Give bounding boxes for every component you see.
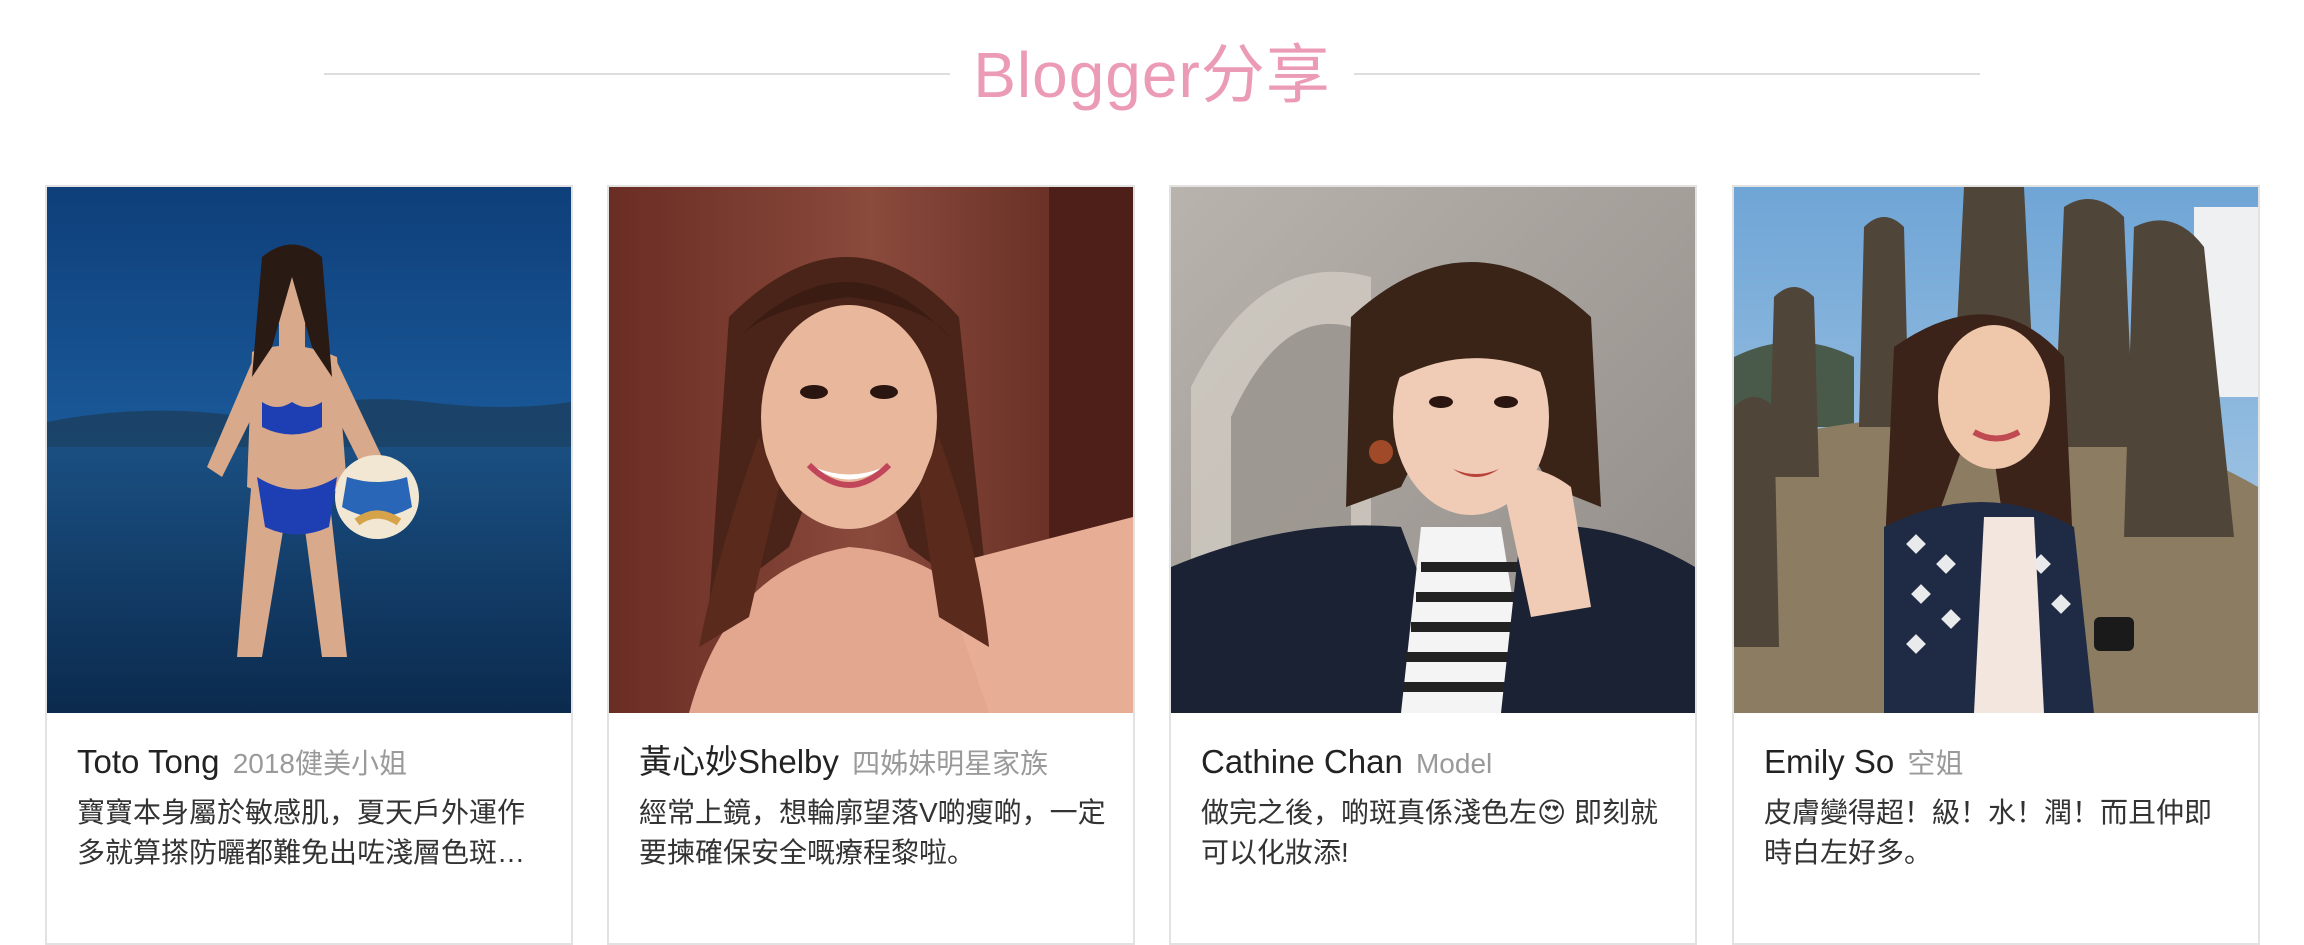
blogger-quote: 寶寶本身屬於敏感肌，夏天戶外運作多就算搽防曬都難免出咗淺層色斑… (77, 797, 526, 868)
card-body: Cathine Chan Model 做完之後，啲斑真係淺色左😍 即刻就可以化妝… (1201, 739, 1671, 873)
card-title: Cathine Chan Model (1201, 739, 1671, 787)
blogger-quote: 皮膚變得超！級！水！潤！而且仲即時白左好多。 (1764, 797, 2213, 868)
blogger-card-toto-tong[interactable]: Toto Tong 2018健美小姐 寶寶本身屬於敏感肌，夏天戶外運作多就算搽防… (45, 185, 573, 945)
blogger-role: 空姐 (1907, 748, 1964, 779)
blogger-name: Emily So (1764, 743, 1895, 780)
selfie-portrait-photo[interactable] (609, 187, 1133, 713)
blogger-card-list: Toto Tong 2018健美小姐 寶寶本身屬於敏感肌，夏天戶外運作多就算搽防… (0, 0, 2304, 945)
card-body: Emily So 空姐 皮膚變得超！級！水！潤！而且仲即時白左好多。 (1764, 739, 2234, 873)
travel-portrait-photo[interactable] (1734, 187, 2258, 713)
studio-portrait-photo[interactable] (1171, 187, 1695, 713)
blogger-card-emily-so[interactable]: Emily So 空姐 皮膚變得超！級！水！潤！而且仲即時白左好多。 (1732, 185, 2260, 945)
blogger-quote: 經常上鏡，想輪廓望落V啲瘦啲，一定要揀確保安全嘅療程黎啦。 (639, 797, 1106, 868)
blogger-card-shelby[interactable]: 黃心妙Shelby 四姊妹明星家族 經常上鏡，想輪廓望落V啲瘦啲，一定要揀確保安… (607, 185, 1135, 945)
card-title: Toto Tong 2018健美小姐 (77, 739, 547, 787)
beach-portrait-photo[interactable] (47, 187, 571, 713)
blogger-name: Cathine Chan (1201, 743, 1403, 780)
card-body: Toto Tong 2018健美小姐 寶寶本身屬於敏感肌，夏天戶外運作多就算搽防… (77, 739, 547, 873)
card-title: Emily So 空姐 (1764, 739, 2234, 787)
blogger-name: 黃心妙Shelby (639, 743, 839, 780)
blogger-role: Model (1415, 748, 1493, 779)
card-title: 黃心妙Shelby 四姊妹明星家族 (639, 739, 1109, 787)
blogger-role: 四姊妹明星家族 (852, 748, 1049, 779)
card-body: 黃心妙Shelby 四姊妹明星家族 經常上鏡，想輪廓望落V啲瘦啲，一定要揀確保安… (639, 739, 1109, 873)
blogger-role: 2018健美小姐 (232, 748, 407, 779)
blogger-name: Toto Tong (77, 743, 220, 780)
blogger-card-cathine-chan[interactable]: Cathine Chan Model 做完之後，啲斑真係淺色左😍 即刻就可以化妝… (1169, 185, 1697, 945)
blogger-quote: 做完之後，啲斑真係淺色左😍 即刻就可以化妝添! (1201, 797, 1658, 868)
